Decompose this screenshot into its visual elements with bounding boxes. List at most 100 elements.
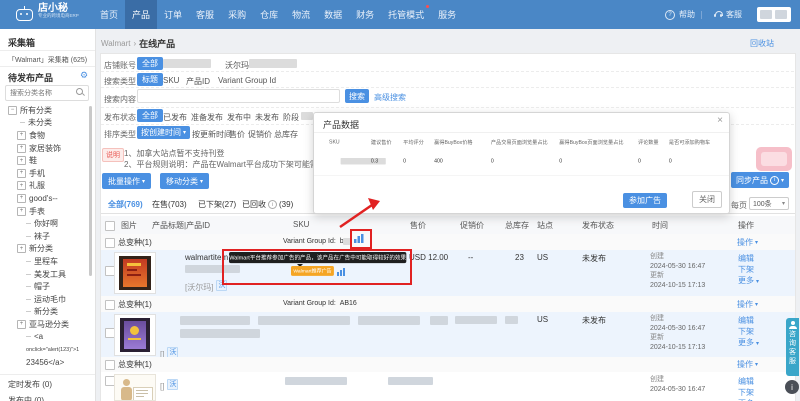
expand-icon[interactable]: + — [17, 181, 26, 191]
expand-icon[interactable]: + — [17, 193, 26, 203]
nav-warehouse[interactable]: 仓库 — [253, 0, 285, 29]
sidebar-item-publishing[interactable]: 发布中 (0) — [8, 395, 44, 401]
select-all-checkbox[interactable] — [105, 221, 115, 231]
expand-icon[interactable]: + — [17, 143, 26, 153]
sort-by-stock[interactable]: 总库存 — [274, 129, 298, 140]
search-content-input[interactable] — [137, 89, 340, 103]
more-dropdown[interactable]: 更多▾ — [738, 337, 759, 350]
row1-product-image[interactable] — [114, 252, 156, 294]
page-size-select[interactable]: 100条 ▾ — [749, 197, 789, 210]
tree-item-nihaoa[interactable]: 你好啊 — [0, 217, 94, 230]
nav-purchase[interactable]: 采购 — [221, 0, 253, 29]
status-unpublished[interactable]: 未发布 — [255, 112, 279, 123]
search-type-variant-group-id[interactable]: Variant Group Id — [218, 76, 276, 85]
group1-action-dropdown[interactable]: 操作 ▾ — [737, 237, 758, 248]
close-icon[interactable]: × — [717, 115, 723, 126]
expand-icon[interactable]: + — [17, 206, 26, 216]
expand-icon[interactable]: + — [17, 156, 26, 166]
floating-pink-widget[interactable] — [756, 147, 792, 171]
tree-item-socks[interactable]: 袜子 — [0, 230, 94, 243]
sort-by-price[interactable]: 售价 — [229, 129, 245, 140]
tree-item-all-categories[interactable]: − 所有分类 — [0, 104, 94, 117]
nav-home[interactable]: 首页 — [93, 0, 125, 29]
group3-action-dropdown[interactable]: 操作 ▾ — [737, 359, 758, 370]
sidebar-item-scheduled-publish[interactable]: 定时发布 (0) — [8, 379, 52, 390]
logo[interactable]: 店小秘 专业的跨境电商ERP — [16, 4, 92, 21]
sidebar-section-collect-box[interactable]: 采集箱 — [8, 36, 35, 49]
expand-icon[interactable]: + — [17, 319, 26, 329]
search-type-sku[interactable]: SKU — [163, 76, 179, 85]
unlist-link[interactable]: 下架 — [738, 387, 759, 398]
group3-checkbox[interactable] — [105, 360, 115, 370]
recycle-bin-link[interactable]: 回收站 — [750, 38, 774, 49]
row3-product-image-placeholder[interactable] — [114, 374, 156, 401]
tab-all[interactable]: 全部(769) — [108, 199, 143, 210]
tree-item-dresses[interactable]: + 礼服 — [0, 180, 94, 193]
more-dropdown[interactable]: 更多▾ — [738, 275, 759, 288]
tree-item-new-category-2[interactable]: 新分类 — [0, 306, 94, 319]
product-data-chart-icon[interactable] — [354, 233, 364, 243]
nav-hosted-mode[interactable]: 托管模式 — [381, 0, 431, 29]
edit-link[interactable]: 编辑 — [738, 253, 759, 264]
gear-icon[interactable]: ⚙ — [80, 70, 88, 81]
header-help[interactable]: ? 帮助 — [665, 0, 695, 29]
tree-item-uncategorized[interactable]: 未分类 — [0, 117, 94, 130]
collapse-icon[interactable]: − — [8, 105, 17, 115]
tree-item-amazon-category[interactable]: + 亚马逊分类 — [0, 318, 94, 331]
group2-action-dropdown[interactable]: 操作 ▾ — [737, 299, 758, 310]
tree-item-hats[interactable]: 帽子 — [0, 280, 94, 293]
header-service[interactable]: 客服 — [714, 0, 742, 29]
tab-recycled[interactable]: 已回收 i (39) — [242, 199, 293, 210]
join-ads-button[interactable]: 参加广告 — [623, 193, 667, 208]
expand-icon[interactable]: + — [17, 130, 26, 140]
status-stage[interactable]: 阶段 — [283, 112, 299, 123]
sort-by-promo-price[interactable]: 促销价 — [248, 129, 272, 140]
nav-data[interactable]: 数据 — [317, 0, 349, 29]
expand-icon[interactable]: + — [17, 244, 26, 254]
status-published[interactable]: 已发布 — [163, 112, 187, 123]
account-walmart-option[interactable]: 沃尔玛 — [225, 60, 249, 71]
category-search-input[interactable] — [8, 87, 76, 99]
edit-link[interactable]: 编辑 — [738, 315, 759, 326]
tree-item-food[interactable]: + 食物 — [0, 129, 94, 142]
status-ready[interactable]: 准备发布 — [191, 112, 223, 123]
sort-by-created-button[interactable]: 按创建时间 ▾ — [137, 126, 191, 139]
unlist-link[interactable]: 下架 — [738, 326, 759, 337]
status-all-button[interactable]: 全部 — [137, 109, 163, 122]
move-category-button[interactable]: 移动分类 ▾ — [160, 173, 210, 189]
nav-services[interactable]: 服务 — [431, 0, 463, 29]
sort-by-updated[interactable]: 按更新时间 — [192, 129, 232, 140]
expand-icon[interactable]: + — [17, 168, 26, 178]
row2-product-image[interactable] — [114, 314, 156, 356]
nav-finance[interactable]: 财务 — [349, 0, 381, 29]
sidebar-item-walmart-collect-box[interactable]: 「Walmart」采集箱 (625) — [8, 55, 87, 65]
search-button[interactable]: 搜索 — [345, 89, 369, 103]
tree-item-watches[interactable]: + 手表 — [0, 205, 94, 218]
nav-service[interactable]: 客服 — [189, 0, 221, 29]
tree-item-sport-towel[interactable]: 运动毛巾 — [0, 293, 94, 306]
user-account-box[interactable] — [757, 7, 791, 22]
tree-item-html-a[interactable]: <a — [0, 331, 94, 344]
sidebar-scrollbar[interactable] — [89, 106, 92, 276]
tree-item-goods[interactable]: + good's-- — [0, 192, 94, 205]
modal-close-button[interactable]: 关闭 — [692, 191, 722, 208]
product-data-chart-icon[interactable] — [337, 267, 346, 276]
tree-item-hair-tools[interactable]: 美发工具 — [0, 268, 94, 281]
advanced-search-link[interactable]: 高级搜索 — [374, 92, 406, 103]
nav-products[interactable]: 产品 — [125, 0, 158, 29]
group1-checkbox[interactable] — [105, 238, 115, 248]
tree-item-html-close[interactable]: 23456</a> — [0, 356, 94, 369]
category-search-box[interactable] — [5, 85, 89, 101]
tree-item-new-category[interactable]: + 新分类 — [0, 243, 94, 256]
nav-orders[interactable]: 订单 — [157, 0, 189, 29]
edit-link[interactable]: 编辑 — [738, 376, 759, 387]
tree-item-html-onclick[interactable]: onclick="alert(123)">1 — [0, 343, 94, 356]
sidebar-section-pending-products[interactable]: 待发布产品 — [8, 71, 53, 84]
search-type-product-id[interactable]: 产品ID — [186, 76, 210, 87]
batch-actions-button[interactable]: 批量操作 ▾ — [102, 173, 152, 189]
tree-item-home-decor[interactable]: + 家居装饰 — [0, 142, 94, 155]
floating-service-button[interactable]: 咨询客服 — [786, 318, 799, 376]
nav-logistics[interactable]: 物流 — [285, 0, 317, 29]
tree-item-phones[interactable]: + 手机 — [0, 167, 94, 180]
tree-item-stroller[interactable]: 里程车 — [0, 255, 94, 268]
